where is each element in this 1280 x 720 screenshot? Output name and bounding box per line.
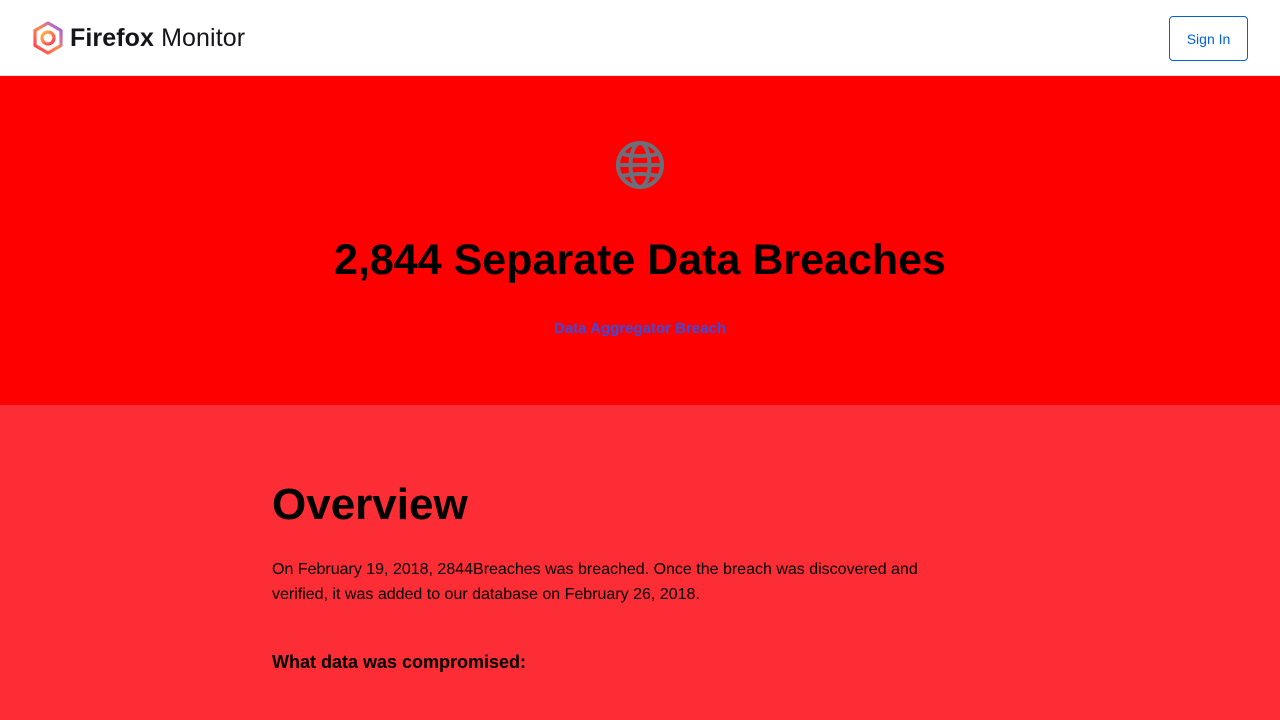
overview-description: On February 19, 2018, 2844Breaches was b… bbox=[272, 561, 918, 603]
overview-section: Overview On February 19, 2018, 2844Breac… bbox=[272, 405, 972, 720]
site-header: Firefox Monitor Sign In bbox=[0, 0, 1280, 76]
logo-product-text: Monitor bbox=[161, 23, 246, 52]
breach-type-badge: Data Aggregator Breach bbox=[554, 320, 726, 337]
logo-brand-text: Firefox bbox=[70, 23, 155, 52]
sign-in-button[interactable]: Sign In bbox=[1169, 16, 1248, 61]
compromised-data-heading: What data was compromised: bbox=[272, 652, 527, 672]
overview-heading: Overview bbox=[272, 480, 468, 529]
logo-wordmark: Firefox Monitor bbox=[70, 24, 245, 53]
firefox-monitor-logo[interactable]: Firefox Monitor bbox=[32, 21, 245, 55]
breach-hero: 2,844 Separate Data Breaches Data Aggreg… bbox=[0, 76, 1280, 405]
breach-title: 2,844 Separate Data Breaches bbox=[334, 236, 946, 284]
firefox-monitor-logo-icon bbox=[33, 21, 63, 55]
globe-icon bbox=[616, 141, 664, 189]
